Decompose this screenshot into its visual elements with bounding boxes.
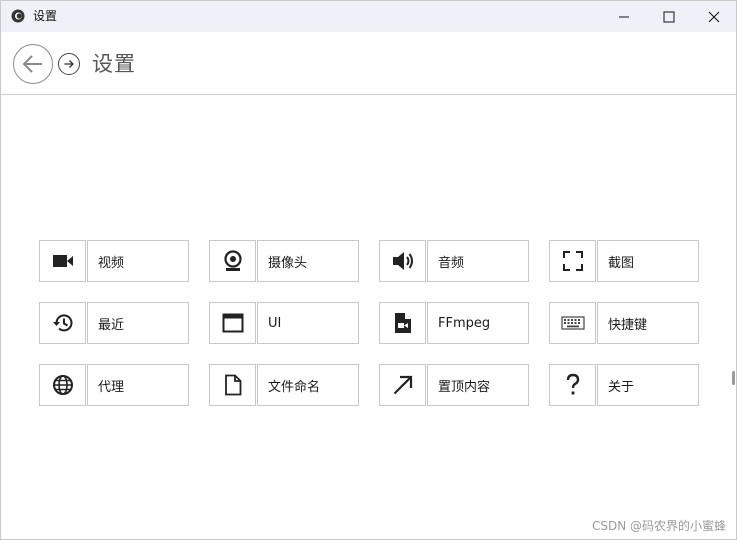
- tile-icon-box: [209, 240, 256, 282]
- navigation-header: 设置: [1, 32, 736, 95]
- minimize-icon: [619, 16, 629, 17]
- back-arrow-icon: [22, 55, 42, 73]
- tile-screenshot[interactable]: 截图: [549, 240, 699, 282]
- tile-icon-box: [379, 302, 426, 344]
- minimize-button[interactable]: [601, 1, 647, 32]
- tile-label: 最近: [87, 302, 189, 344]
- tile-hotkeys[interactable]: 快捷键: [549, 302, 699, 344]
- diagonal-arrow-icon: [393, 375, 412, 395]
- document-icon: [224, 374, 241, 396]
- tile-icon-box: [209, 364, 256, 406]
- tile-label: 快捷键: [597, 302, 699, 344]
- tile-icon-box: [549, 364, 596, 406]
- forward-arrow-icon: [64, 60, 74, 68]
- tile-icon-box: [549, 240, 596, 282]
- tile-proxy[interactable]: 代理: [39, 364, 189, 406]
- tile-label: FFmpeg: [427, 302, 529, 344]
- watermark: CSDN @码农界的小蜜蜂: [591, 519, 726, 533]
- tile-icon-box: [549, 302, 596, 344]
- tile-label: 摄像头: [257, 240, 359, 282]
- close-icon: [708, 11, 720, 22]
- tile-icon-box: [39, 240, 86, 282]
- close-button[interactable]: [691, 1, 737, 32]
- tile-label: 音频: [427, 240, 529, 282]
- history-icon: [52, 314, 72, 332]
- back-button[interactable]: [13, 44, 53, 84]
- window-title: 设置: [33, 9, 58, 23]
- tile-audio[interactable]: 音频: [379, 240, 529, 282]
- maximize-button[interactable]: [646, 1, 692, 32]
- tile-label: 置顶内容: [427, 364, 529, 406]
- webcam-icon: [223, 250, 242, 271]
- tile-icon-box: [39, 302, 86, 344]
- globe-icon: [52, 375, 73, 395]
- question-mark-icon: [566, 373, 579, 395]
- maximize-icon: [663, 11, 675, 22]
- tile-webcam[interactable]: 摄像头: [209, 240, 359, 282]
- tile-about[interactable]: 关于: [549, 364, 699, 406]
- title-bar: 设置: [1, 1, 736, 32]
- forward-button[interactable]: [58, 53, 80, 75]
- tile-label: 视频: [87, 240, 189, 282]
- tile-label: 截图: [597, 240, 699, 282]
- tile-icon-box: [209, 302, 256, 344]
- tile-icon-box: [379, 240, 426, 282]
- video-file-icon: [394, 313, 411, 333]
- scrollbar-indicator[interactable]: [732, 371, 735, 385]
- tile-ffmpeg[interactable]: FFmpeg: [379, 302, 529, 344]
- video-camera-icon: [52, 255, 73, 267]
- tile-label: 代理: [87, 364, 189, 406]
- screenshot-frame-icon: [562, 251, 583, 271]
- tile-recent[interactable]: 最近: [39, 302, 189, 344]
- settings-window: 设置 设置 视频 摄像头 音频 截图 最近 UI FFmpeg 快捷键 代理 文…: [0, 0, 737, 540]
- speaker-icon: [392, 252, 413, 270]
- tile-label: 文件命名: [257, 364, 359, 406]
- page-title: 设置: [92, 52, 136, 76]
- tile-file-naming[interactable]: 文件命名: [209, 364, 359, 406]
- tile-icon-box: [39, 364, 86, 406]
- keyboard-icon: [560, 316, 585, 330]
- tile-icon-box: [379, 364, 426, 406]
- tile-pin-content[interactable]: 置顶内容: [379, 364, 529, 406]
- tile-ui[interactable]: UI: [209, 302, 359, 344]
- tile-label: UI: [257, 302, 359, 344]
- tile-video[interactable]: 视频: [39, 240, 189, 282]
- window-icon: [222, 313, 243, 333]
- app-circle-icon: [11, 9, 25, 23]
- tile-label: 关于: [597, 364, 699, 406]
